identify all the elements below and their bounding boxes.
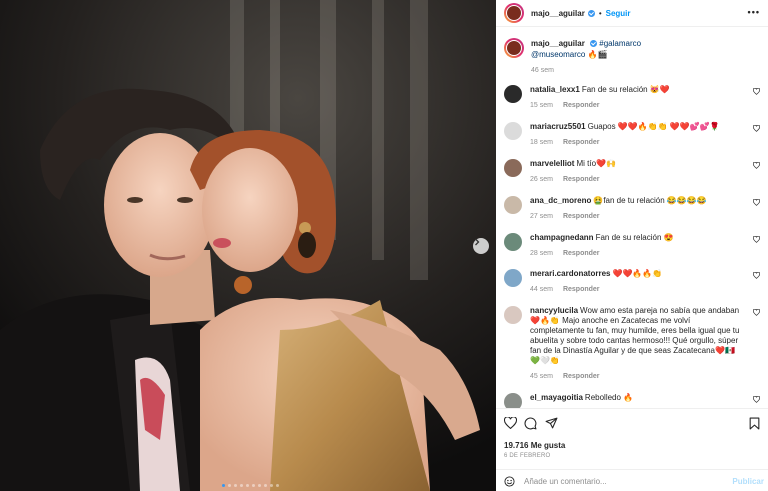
emoji-smiley-icon[interactable] <box>504 475 515 487</box>
comment-text: Rebolledo 🔥 <box>584 393 634 402</box>
comment-text: ❤️❤️🔥🔥👏 <box>612 269 663 278</box>
reply-button[interactable]: Responder <box>563 373 600 380</box>
comment-text: Guapos ❤️❤️🔥👏👏 ❤️❤️💕💕🌹 <box>587 122 720 131</box>
likes-count[interactable]: 19.716 Me gusta <box>504 441 565 450</box>
comment-row: champagnedann Fan de su relación 😍 28 sem R… <box>504 233 762 259</box>
reply-button[interactable]: Responder <box>563 139 600 146</box>
post-image <box>0 0 496 491</box>
comment-like-heart-icon[interactable] <box>753 199 760 206</box>
caption-avatar[interactable] <box>504 38 524 58</box>
comment-like-heart-icon[interactable] <box>753 125 760 132</box>
carousel-dot <box>270 484 273 487</box>
commenter-avatar[interactable] <box>504 233 522 251</box>
like-heart-icon[interactable] <box>504 417 517 429</box>
carousel-dot <box>264 484 267 487</box>
header-separator: • <box>598 8 602 18</box>
comment-time[interactable]: 27 sem <box>530 213 553 220</box>
author-avatar[interactable] <box>504 3 524 23</box>
comment-time[interactable]: 45 sem <box>530 373 553 380</box>
comment-like-heart-icon[interactable] <box>753 162 760 169</box>
reply-button[interactable]: Responder <box>563 213 600 220</box>
comment-username[interactable]: ana_dc_moreno <box>530 196 591 205</box>
author-username[interactable]: majo__aguilar <box>531 9 585 18</box>
comment-time[interactable]: 26 sem <box>530 176 553 183</box>
caption: majo__aguilar #galamarco @museomarco 🔥🎬 … <box>496 28 768 76</box>
carousel-dot <box>234 484 237 487</box>
caption-hashtag[interactable]: #galamarco <box>599 39 641 48</box>
commenter-avatar[interactable] <box>504 159 522 177</box>
comment-like-heart-icon[interactable] <box>753 396 760 403</box>
next-image-button[interactable] <box>473 238 489 254</box>
comment-time[interactable]: 15 sem <box>530 102 553 109</box>
verified-badge-icon <box>587 9 595 17</box>
comment-username[interactable]: marvelelliot <box>530 159 574 168</box>
comment-like-heart-icon[interactable] <box>753 272 760 279</box>
comment-composer: Publicar <box>496 469 768 491</box>
comment-text: Mi tío❤️🙌 <box>576 159 616 168</box>
comment-time[interactable]: 18 sem <box>530 139 553 146</box>
comment-input[interactable] <box>524 476 714 486</box>
comment-text: Fan de su relación 😻❤️ <box>581 85 670 94</box>
comment-username[interactable]: mariacruz5501 <box>530 122 586 131</box>
save-bookmark-icon[interactable] <box>749 417 760 430</box>
comment-username[interactable]: natalia_lexx1 <box>530 85 580 94</box>
commenter-avatar[interactable] <box>504 196 522 214</box>
caption-time[interactable]: 46 sem <box>531 65 641 76</box>
comment-like-heart-icon[interactable] <box>753 236 760 243</box>
comment-row: nancyylucila Wow amo esta pareja no sabía… <box>504 306 762 382</box>
comment-username[interactable]: nancyylucila <box>530 306 578 315</box>
comment-like-heart-icon[interactable] <box>753 309 760 316</box>
carousel-dot <box>228 484 231 487</box>
more-options-button[interactable]: ••• <box>748 7 760 17</box>
reply-button[interactable]: Responder <box>563 286 600 293</box>
post-photo[interactable] <box>0 0 496 491</box>
comment-username[interactable]: champagnedann <box>530 233 594 242</box>
verified-badge-icon <box>590 40 598 48</box>
comments-list[interactable]: majo__aguilar #galamarco @museomarco 🔥🎬 … <box>496 28 768 408</box>
carousel-dot <box>258 484 261 487</box>
reply-button[interactable]: Responder <box>563 176 600 183</box>
comment-row: mariacruz5501 Guapos ❤️❤️🔥👏👏 ❤️❤️💕💕🌹 18 se… <box>504 122 762 148</box>
comment-row: el_mayagoitia Rebolledo 🔥 <box>504 393 762 408</box>
comment-username[interactable]: merari.cardonatorres <box>530 269 610 278</box>
comment-row: ana_dc_moreno 🤮fan de tu relación 😂😂😂😂 27 … <box>504 196 762 222</box>
comment-row: natalia_lexx1 Fan de su relación 😻❤️ 15 se… <box>504 85 762 111</box>
carousel-dot <box>222 484 225 487</box>
post-header: majo__aguilar • Seguir ••• <box>496 0 768 27</box>
commenter-avatar[interactable] <box>504 269 522 287</box>
carousel-dot <box>252 484 255 487</box>
comment-text: 🤮fan de tu relación 😂😂😂😂 <box>593 196 707 205</box>
commenter-avatar[interactable] <box>504 85 522 103</box>
post-date[interactable]: 6 DE FEBRERO <box>504 453 550 459</box>
caption-emoji: 🔥🎬 <box>587 50 608 59</box>
comment-bubble-icon[interactable] <box>524 417 537 430</box>
comment-like-heart-icon[interactable] <box>753 88 760 95</box>
comment-time[interactable]: 44 sem <box>530 286 553 293</box>
comment-text: Fan de su relación 😍 <box>595 233 674 242</box>
caption-username[interactable]: majo__aguilar <box>531 39 585 48</box>
comment-username[interactable]: el_mayagoitia <box>530 393 583 402</box>
commenter-avatar[interactable] <box>504 393 522 408</box>
chevron-right-icon <box>475 238 480 246</box>
comment-time[interactable]: 28 sem <box>530 250 553 257</box>
post-actions: 19.716 Me gusta 6 DE FEBRERO Publicar <box>496 408 768 491</box>
comment-row: marvelelliot Mi tío❤️🙌 26 sem Responder <box>504 159 762 185</box>
carousel-dots <box>222 484 279 487</box>
follow-button[interactable]: Seguir <box>606 9 631 18</box>
post-side-panel: majo__aguilar • Seguir ••• majo__aguilar… <box>496 0 768 491</box>
carousel-dot <box>246 484 249 487</box>
carousel-dot <box>240 484 243 487</box>
reply-button[interactable]: Responder <box>563 250 600 257</box>
carousel-dot <box>276 484 279 487</box>
publish-button[interactable]: Publicar <box>732 477 764 486</box>
comment-row: merari.cardonatorres ❤️❤️🔥🔥👏 44 sem Respond… <box>504 269 762 295</box>
caption-mention[interactable]: @museomarco <box>531 50 585 59</box>
reply-button[interactable]: Responder <box>563 102 600 109</box>
commenter-avatar[interactable] <box>504 306 522 324</box>
commenter-avatar[interactable] <box>504 122 522 140</box>
share-send-icon[interactable] <box>545 417 558 429</box>
